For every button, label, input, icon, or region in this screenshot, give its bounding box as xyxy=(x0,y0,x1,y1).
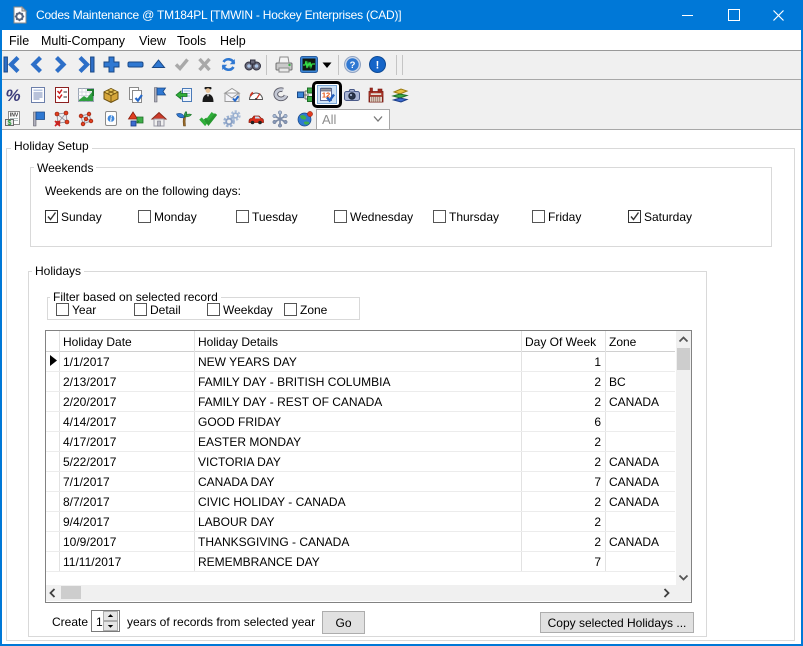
svg-text:?: ? xyxy=(350,60,356,71)
svg-text:!: ! xyxy=(376,60,380,72)
svg-text:%: % xyxy=(5,86,20,104)
svg-text:INV: INV xyxy=(10,113,19,119)
svg-text:$: $ xyxy=(8,120,12,127)
